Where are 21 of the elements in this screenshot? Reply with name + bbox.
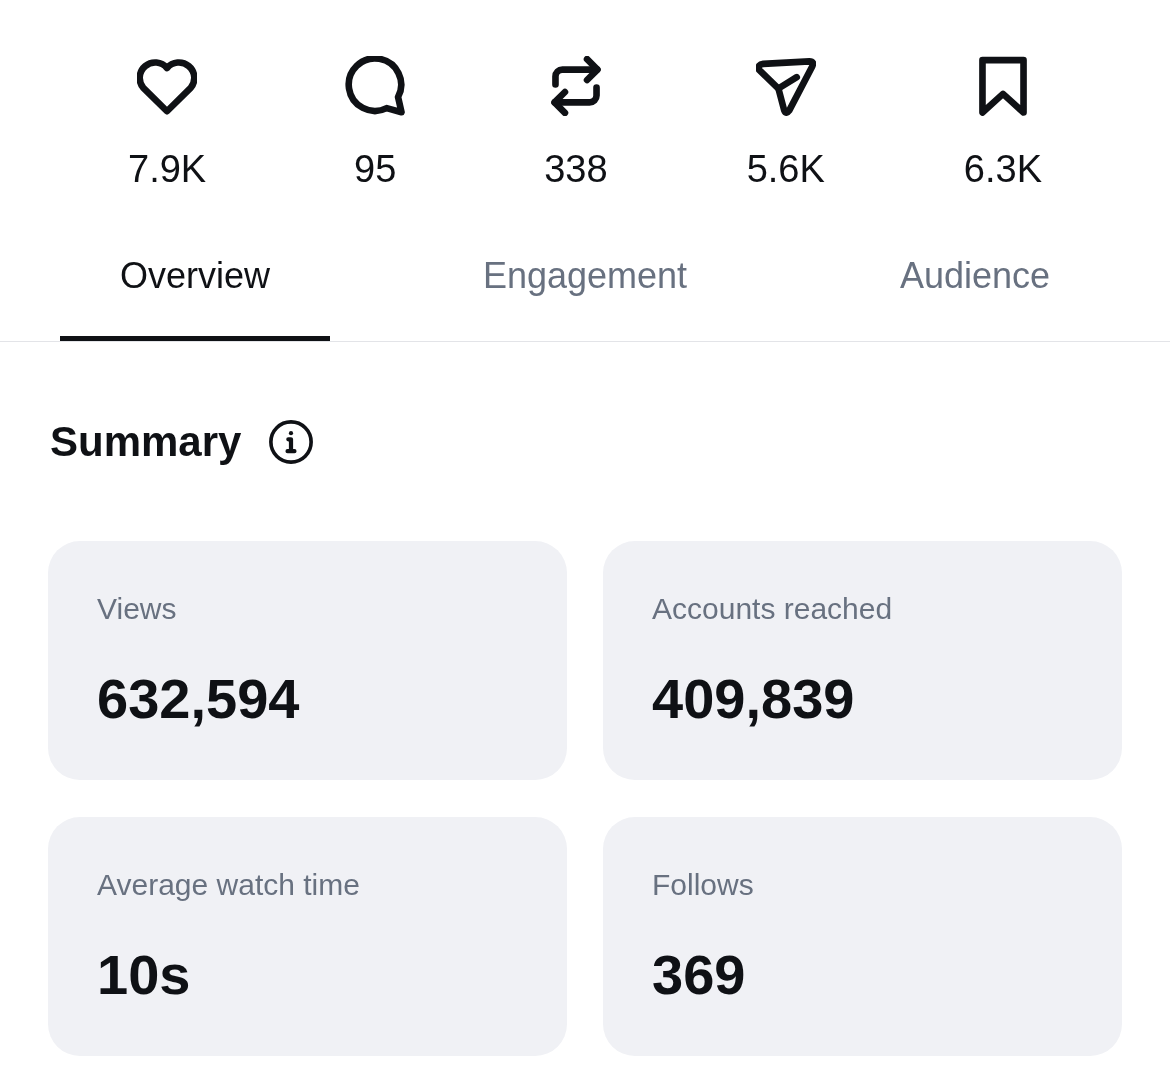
- tab[interactable]: Audience: [899, 254, 1051, 298]
- card-value: 10s: [97, 942, 191, 1008]
- stat-count: 5.6K: [746, 147, 825, 192]
- speech-bubble-icon[interactable]: [345, 56, 406, 116]
- stat-count: 95: [354, 147, 397, 192]
- card-label: Follows: [652, 867, 754, 903]
- card-value: 369: [652, 942, 746, 1008]
- info-icon[interactable]: [268, 419, 315, 465]
- stat-count: 7.9K: [128, 147, 207, 192]
- tab[interactable]: Overview: [120, 254, 270, 298]
- card-label: Views: [97, 591, 177, 627]
- paper-plane-icon[interactable]: [755, 56, 816, 116]
- stat-count: 338: [544, 147, 608, 192]
- stat-count: 6.3K: [963, 147, 1042, 192]
- card-label: Accounts reached: [652, 591, 893, 627]
- heart-icon[interactable]: [137, 56, 198, 116]
- card-value: 409,839: [652, 666, 855, 732]
- section-title: Summary: [50, 417, 242, 467]
- card-value: 632,594: [97, 666, 300, 732]
- card-label: Average watch time: [97, 867, 360, 903]
- tab[interactable]: Engagement: [482, 254, 688, 298]
